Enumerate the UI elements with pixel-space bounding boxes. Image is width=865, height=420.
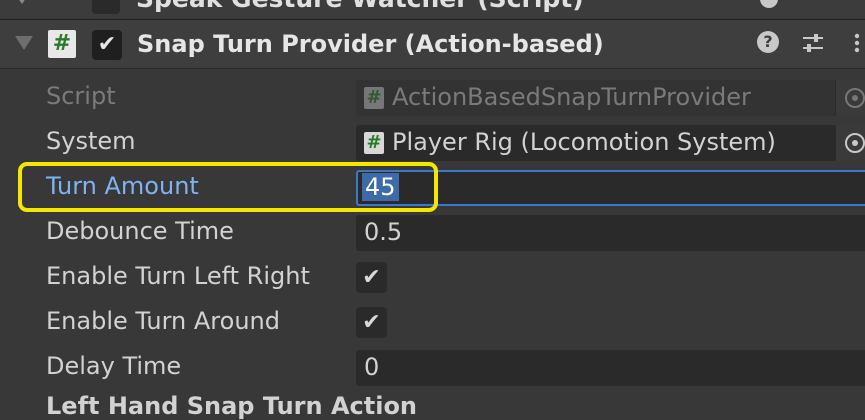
component-title: Snap Turn Provider (Action-based) (137, 30, 604, 58)
system-field[interactable]: # Player Rig (Locomotion System) (356, 125, 865, 161)
object-picker-button[interactable] (835, 125, 865, 161)
component-enable-checkbox[interactable]: ✔ (92, 30, 122, 60)
previous-component-header[interactable]: Speak Gesture Watcher (Script) (0, 0, 865, 18)
object-picker-icon (845, 88, 865, 108)
previous-enable-checkbox[interactable] (92, 0, 120, 14)
enable-turn-left-right-checkbox[interactable]: ✔ (356, 262, 387, 293)
delay-time-field[interactable]: 0 (356, 350, 865, 386)
context-menu-icon[interactable] (850, 32, 864, 54)
system-label: System (46, 127, 136, 155)
foldout-icon[interactable] (14, 0, 30, 4)
object-picker-icon (845, 133, 865, 153)
enable-turn-left-right-label: Enable Turn Left Right (46, 262, 310, 290)
delay-time-label: Delay Time (46, 352, 182, 380)
debounce-time-value: 0.5 (364, 218, 403, 246)
script-value: ActionBasedSnapTurnProvider (392, 83, 751, 111)
enable-turn-around-label: Enable Turn Around (46, 307, 280, 335)
script-label: Script (46, 82, 116, 110)
delay-time-value: 0 (364, 353, 380, 381)
enable-turn-around-checkbox[interactable]: ✔ (356, 307, 387, 338)
foldout-icon[interactable] (15, 36, 33, 50)
debounce-time-label: Debounce Time (46, 217, 234, 245)
object-picker-button (835, 80, 865, 116)
previous-component-title: Speak Gesture Watcher (Script) (136, 0, 584, 13)
script-icon: # (48, 30, 76, 58)
script-icon: # (364, 132, 384, 154)
help-icon[interactable]: ? (757, 31, 779, 53)
debounce-time-field[interactable]: 0.5 (356, 215, 865, 251)
highlight-box (18, 162, 438, 212)
script-field: # ActionBasedSnapTurnProvider (356, 80, 865, 116)
presets-icon[interactable] (800, 30, 826, 56)
help-icon[interactable] (760, 0, 778, 8)
script-icon: # (364, 87, 384, 109)
left-hand-snap-turn-action-foldout[interactable]: Left Hand Snap Turn Action (46, 392, 417, 420)
system-value: Player Rig (Locomotion System) (392, 128, 776, 156)
